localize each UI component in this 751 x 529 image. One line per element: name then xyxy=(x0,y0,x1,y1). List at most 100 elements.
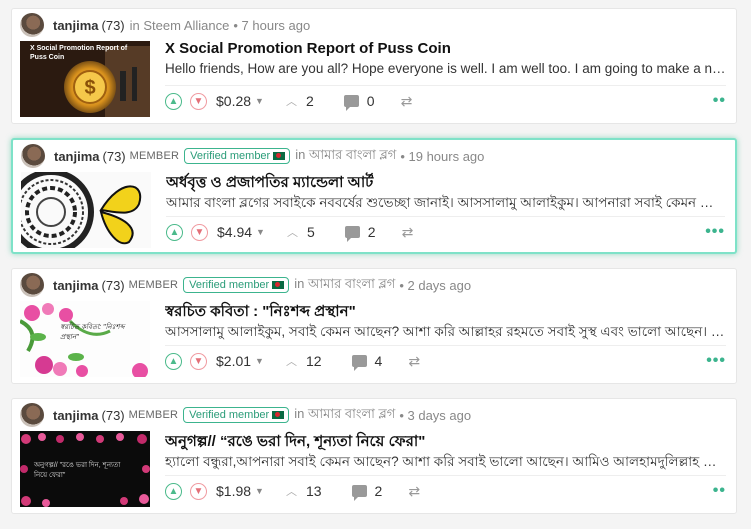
resteem-icon[interactable]: ⇄ xyxy=(402,224,414,241)
downvote-icon[interactable]: ▼ xyxy=(190,482,207,500)
comment-count[interactable]: 0 xyxy=(343,93,375,111)
payout-dropdown[interactable]: $1.98 ▼ xyxy=(216,483,264,499)
payout-dropdown[interactable]: $0.28 ▼ xyxy=(216,93,264,109)
divider xyxy=(165,85,726,86)
more-options-icon[interactable]: ••• xyxy=(706,352,726,370)
post-time: • 7 hours ago xyxy=(233,17,311,33)
post-header: tanjima (73) in Steem Alliance • 7 hours… xyxy=(20,13,311,37)
community-link[interactable]: in আমার বাংলা ব্লগ xyxy=(295,146,396,167)
verified-member-badge: Verified member xyxy=(184,148,291,164)
resteem-icon[interactable]: ⇄ xyxy=(408,353,420,370)
verified-member-badge: Verified member xyxy=(183,407,290,423)
thumbnail-caption: অনুগল্প// "রঙে ভরা দিন, শূন্যতা নিয়ে ফে… xyxy=(34,462,121,479)
comment-count[interactable]: 2 xyxy=(351,483,383,501)
author-reputation: (73) xyxy=(101,17,125,33)
post-actions: ▲ ▼ $4.94 ▼ ︿ 5 2 ⇄ ••• xyxy=(166,221,725,243)
vote-count-value: 2 xyxy=(305,93,314,109)
upvote-icon[interactable]: ▲ xyxy=(165,352,182,370)
avatar[interactable] xyxy=(20,273,44,297)
post-card[interactable]: tanjima (73) MEMBER Verified member in আ… xyxy=(11,138,737,254)
author-name[interactable]: tanjima xyxy=(54,149,100,164)
member-role-label: MEMBER xyxy=(128,279,179,291)
post-card[interactable]: tanjima (73) MEMBER Verified member in আ… xyxy=(11,268,737,384)
verified-label: Verified member xyxy=(190,150,271,162)
downvote-icon[interactable]: ▼ xyxy=(191,223,208,241)
comment-count[interactable]: 2 xyxy=(344,224,376,242)
payout-dropdown[interactable]: $2.01 ▼ xyxy=(216,353,264,369)
community-link[interactable]: in Steem Alliance xyxy=(130,18,230,33)
caret-down-icon: ▼ xyxy=(255,486,264,496)
payout-value: $0.28 xyxy=(216,93,252,109)
thumbnail-caption: X Social Promotion Report of Puss Coin xyxy=(30,45,128,61)
post-title[interactable]: X Social Promotion Report of Puss Coin xyxy=(165,40,726,57)
avatar[interactable] xyxy=(21,144,45,168)
divider xyxy=(166,216,725,217)
more-options-icon[interactable]: •• xyxy=(713,482,726,500)
downvote-icon[interactable]: ▼ xyxy=(190,92,207,110)
comment-bubble-icon xyxy=(343,95,359,111)
comment-count[interactable]: 4 xyxy=(351,353,383,371)
vote-count[interactable]: ︿ 12 xyxy=(286,353,322,369)
member-role-label: MEMBER xyxy=(128,409,179,421)
vote-count-value: 12 xyxy=(305,353,322,369)
downvote-icon[interactable]: ▼ xyxy=(190,352,207,370)
post-excerpt[interactable]: আমার বাংলা ব্লগের সবাইকে নববর্ষের শুভেচ্… xyxy=(166,192,725,215)
author-reputation: (73) xyxy=(101,277,125,293)
verified-label: Verified member xyxy=(189,409,270,421)
post-thumbnail[interactable]: স্বরচিত কবিতা: "নিঃশব্দ প্রস্থান" xyxy=(20,301,150,377)
comment-count-value: 4 xyxy=(374,353,383,369)
payout-value: $2.01 xyxy=(216,353,252,369)
post-time: • 3 days ago xyxy=(399,407,472,423)
vote-count[interactable]: ︿ 13 xyxy=(286,483,322,499)
chevron-up-icon: ︿ xyxy=(285,96,297,108)
post-excerpt[interactable]: আসসালামু আলাইকুম, সবাই কেমন আছেন? আশা কর… xyxy=(165,321,726,344)
comment-count-value: 2 xyxy=(374,483,383,499)
caret-down-icon: ▼ xyxy=(255,96,264,106)
post-thumbnail[interactable]: $ X Social Promotion Report of Puss Coin xyxy=(20,41,150,117)
comment-count-value: 0 xyxy=(366,93,375,109)
author-reputation: (73) xyxy=(101,407,125,423)
author-name[interactable]: tanjima xyxy=(53,408,99,423)
vote-count-value: 5 xyxy=(306,224,315,240)
comment-bubble-icon xyxy=(351,485,367,501)
chevron-up-icon: ︿ xyxy=(285,356,297,368)
upvote-icon[interactable]: ▲ xyxy=(165,92,182,110)
avatar[interactable] xyxy=(20,403,44,427)
payout-dropdown[interactable]: $4.94 ▼ xyxy=(217,224,265,240)
avatar[interactable] xyxy=(20,13,44,37)
verified-label: Verified member xyxy=(189,279,270,291)
vote-count[interactable]: ︿ 2 xyxy=(286,93,314,109)
payout-value: $4.94 xyxy=(217,224,253,240)
upvote-icon[interactable]: ▲ xyxy=(165,482,182,500)
post-time: • 19 hours ago xyxy=(400,148,485,164)
community-link[interactable]: in আমার বাংলা ব্লগ xyxy=(294,405,395,426)
author-name[interactable]: tanjima xyxy=(53,18,99,33)
post-excerpt[interactable]: হ্যালো বন্ধুরা,আপনারা সবাই কেমন আছেন? আশ… xyxy=(165,451,726,474)
caret-down-icon: ▼ xyxy=(256,227,265,237)
post-thumbnail[interactable] xyxy=(21,172,151,248)
resteem-icon[interactable]: ⇄ xyxy=(408,483,420,500)
community-link[interactable]: in আমার বাংলা ব্লগ xyxy=(294,275,395,296)
resteem-icon[interactable]: ⇄ xyxy=(401,93,413,110)
more-options-icon[interactable]: •• xyxy=(713,92,726,110)
comment-bubble-icon xyxy=(351,355,367,371)
author-name[interactable]: tanjima xyxy=(53,278,99,293)
bangladesh-flag-icon xyxy=(273,152,286,160)
post-header: tanjima (73) MEMBER Verified member in আ… xyxy=(21,144,485,168)
post-excerpt[interactable]: Hello friends, How are you all? Hope eve… xyxy=(165,61,726,76)
post-actions: ▲ ▼ $0.28 ▼ ︿ 2 0 ⇄ •• xyxy=(165,90,726,112)
verified-member-badge: Verified member xyxy=(183,277,290,293)
more-options-icon[interactable]: ••• xyxy=(705,223,725,241)
upvote-icon[interactable]: ▲ xyxy=(166,223,183,241)
chevron-up-icon: ︿ xyxy=(286,227,298,239)
post-card[interactable]: tanjima (73) in Steem Alliance • 7 hours… xyxy=(11,8,737,124)
post-feed: tanjima (73) in Steem Alliance • 7 hours… xyxy=(11,8,737,528)
post-thumbnail[interactable]: অনুগল্প// "রঙে ভরা দিন, শূন্যতা নিয়ে ফে… xyxy=(20,431,150,507)
vote-count[interactable]: ︿ 5 xyxy=(287,224,315,240)
vote-count-value: 13 xyxy=(305,483,322,499)
post-card[interactable]: tanjima (73) MEMBER Verified member in আ… xyxy=(11,398,737,514)
post-time: • 2 days ago xyxy=(399,277,472,293)
author-reputation: (73) xyxy=(102,148,126,164)
payout-value: $1.98 xyxy=(216,483,252,499)
comment-count-value: 2 xyxy=(367,224,376,240)
